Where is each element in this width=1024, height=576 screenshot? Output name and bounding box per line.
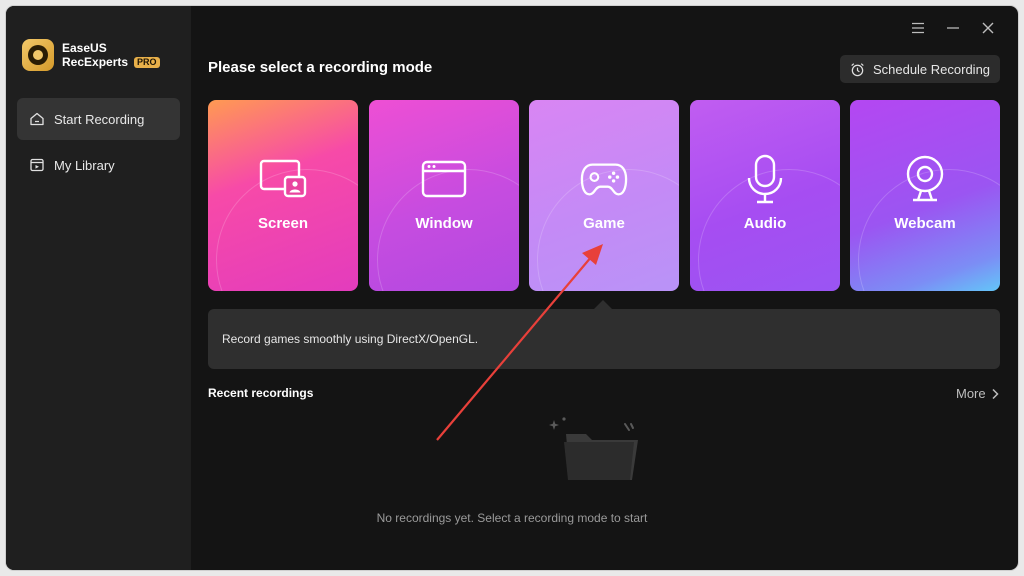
mode-card-screen[interactable]: Screen bbox=[208, 100, 358, 291]
brand-name-line2: RecExperts bbox=[62, 55, 129, 69]
close-icon[interactable] bbox=[978, 18, 998, 38]
sidebar: EaseUS RecExperts PRO Start Recording My … bbox=[6, 6, 191, 570]
recent-recordings-heading: Recent recordings bbox=[208, 386, 314, 400]
mode-label: Game bbox=[583, 215, 625, 232]
menu-icon[interactable] bbox=[908, 18, 928, 38]
home-icon bbox=[29, 111, 45, 127]
tooltip-text: Record games smoothly using DirectX/Open… bbox=[222, 332, 479, 346]
empty-state-text: No recordings yet. Select a recording mo… bbox=[376, 511, 648, 525]
mode-label: Webcam bbox=[894, 215, 956, 232]
schedule-recording-label: Schedule Recording bbox=[872, 61, 991, 77]
mode-label: Audio bbox=[743, 215, 787, 232]
mode-label: Screen bbox=[257, 215, 309, 232]
library-icon bbox=[29, 157, 45, 173]
schedule-recording-button[interactable]: Schedule Recording bbox=[840, 55, 1000, 83]
mode-card-window[interactable]: Window bbox=[369, 100, 519, 291]
page-title: Please select a recording mode bbox=[208, 59, 433, 76]
sidebar-item-start-recording[interactable]: Start Recording bbox=[17, 98, 180, 140]
mode-label: Window bbox=[415, 215, 473, 232]
brand-name-line1: EaseUS bbox=[62, 41, 107, 55]
tooltip-pointer bbox=[594, 300, 612, 309]
pro-badge: PRO bbox=[134, 57, 160, 69]
mode-card-game[interactable]: Game bbox=[529, 100, 679, 291]
sidebar-item-label: My Library bbox=[54, 157, 115, 173]
app-logo-icon bbox=[22, 39, 54, 71]
chevron-right-icon bbox=[991, 388, 999, 400]
alarm-clock-icon bbox=[850, 62, 865, 77]
more-label: More bbox=[956, 386, 986, 401]
mode-card-webcam[interactable]: Webcam bbox=[850, 100, 1000, 291]
gamepad-icon bbox=[580, 155, 628, 203]
sidebar-item-my-library[interactable]: My Library bbox=[17, 144, 180, 186]
minimize-icon[interactable] bbox=[943, 18, 963, 38]
empty-folder-icon bbox=[546, 416, 642, 486]
window-icon bbox=[420, 155, 468, 203]
brand: EaseUS RecExperts PRO bbox=[22, 39, 160, 71]
screen-icon bbox=[259, 155, 307, 203]
mode-card-audio[interactable]: Audio bbox=[690, 100, 840, 291]
webcam-icon bbox=[901, 155, 949, 203]
sidebar-item-label: Start Recording bbox=[54, 111, 145, 127]
microphone-icon bbox=[741, 154, 789, 204]
app-window: EaseUS RecExperts PRO Start Recording My … bbox=[6, 6, 1018, 570]
mode-description-tooltip: Record games smoothly using DirectX/Open… bbox=[208, 309, 1000, 369]
more-link[interactable]: More bbox=[956, 386, 999, 401]
